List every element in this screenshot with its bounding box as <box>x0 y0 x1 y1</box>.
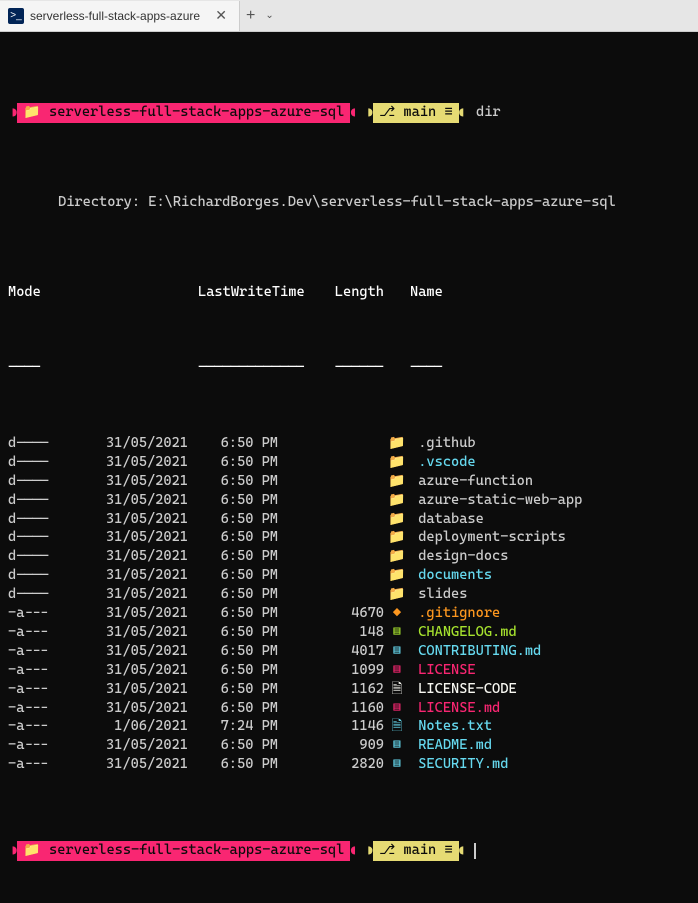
table-row: d----31/05/2021 6:50 PM📁 design-docs <box>8 547 690 566</box>
prompt2-branch: main <box>403 841 436 860</box>
close-tab-button[interactable]: ✕ <box>211 7 231 24</box>
tab-title: serverless-full-stack-apps-azure <box>30 9 200 23</box>
powershell-icon: >_ <box>8 8 24 24</box>
table-row: -a---31/05/2021 6:50 PM2820▤ SECURITY.md <box>8 755 690 774</box>
file-icon: ▤ <box>384 623 410 642</box>
table-row: -a---31/05/2021 6:50 PM909▤ README.md <box>8 736 690 755</box>
table-row: d----31/05/2021 6:50 PM📁 .github <box>8 434 690 453</box>
file-icon: ▤ <box>384 699 410 718</box>
table-row: -a---31/05/2021 6:50 PM1160▤ LICENSE.md <box>8 699 690 718</box>
table-row: -a---31/05/2021 6:50 PM1099▤ LICENSE <box>8 661 690 680</box>
file-icon: 📁 <box>384 453 410 472</box>
branch2-arrow-right: ◖ <box>459 841 468 861</box>
terminal-tab[interactable]: >_ serverless-full-stack-apps-azure ✕ <box>0 1 240 31</box>
branch2-segment: ⎇ main ≡ <box>373 841 459 861</box>
file-icon: 🗎 <box>384 717 410 736</box>
branch-arrow-left: ◗ <box>364 103 373 123</box>
table-row: -a---31/05/2021 6:50 PM1162🗎 LICENSE-COD… <box>8 680 690 699</box>
command-text: dir <box>476 103 501 122</box>
listing-dashes: --------------------------- <box>8 358 690 377</box>
file-name: CHANGELOG.md <box>410 623 517 642</box>
table-row: d----31/05/2021 6:50 PM📁 documents <box>8 566 690 585</box>
file-icon: 📁 <box>384 434 410 453</box>
header-lastwritetime: LastWriteTime <box>188 283 278 302</box>
header-name: Name <box>410 283 443 302</box>
file-name: CONTRIBUTING.md <box>410 642 541 661</box>
file-icon: 📁 <box>384 491 410 510</box>
prompt2-path: serverless-full-stack-apps-azure-sql <box>49 841 344 860</box>
table-row: -a---1/06/2021 7:24 PM1146🗎 Notes.txt <box>8 717 690 736</box>
file-name: deployment-scripts <box>410 528 566 547</box>
file-name: azure-static-web-app <box>410 491 582 510</box>
file-icon: ▤ <box>384 661 410 680</box>
prompt-path-segment: 📁 serverless-full-stack-apps-azure-sql <box>17 103 350 123</box>
file-icon: 🗎 <box>384 680 410 699</box>
file-name: LICENSE.md <box>410 699 500 718</box>
file-icon: 📁 <box>384 528 410 547</box>
branch-arrow-right: ◖ <box>459 103 468 123</box>
prompt-path: serverless-full-stack-apps-azure-sql <box>49 103 344 122</box>
file-name: design-docs <box>410 547 508 566</box>
file-name: azure-function <box>410 472 533 491</box>
file-name: .github <box>410 434 476 453</box>
titlebar: >_ serverless-full-stack-apps-azure ✕ + … <box>0 0 698 32</box>
file-name: Notes.txt <box>410 717 492 736</box>
prompt2-path-segment: 📁 serverless-full-stack-apps-azure-sql <box>17 841 350 861</box>
table-row: -a---31/05/2021 6:50 PM148▤ CHANGELOG.md <box>8 623 690 642</box>
terminal-body[interactable]: ◗ 📁 serverless-full-stack-apps-azure-sql… <box>0 32 698 903</box>
file-icon: 📁 <box>384 510 410 529</box>
file-name: database <box>410 510 484 529</box>
table-row: d----31/05/2021 6:50 PM📁 azure-static-we… <box>8 491 690 510</box>
branch-segment: ⎇ main ≡ <box>373 103 459 123</box>
listing-header: Mode LastWriteTimeLength Name <box>8 283 690 302</box>
file-icon: ▤ <box>384 642 410 661</box>
file-name: slides <box>410 585 467 604</box>
file-name: documents <box>410 566 492 585</box>
table-row: d----31/05/2021 6:50 PM📁 database <box>8 510 690 529</box>
prompt2-arrow-right: ◖ <box>350 841 359 861</box>
file-icon: 📁 <box>384 566 410 585</box>
new-tab-button[interactable]: + <box>246 7 255 25</box>
prompt-arrow-left: ◗ <box>8 103 17 123</box>
branch2-arrow-left: ◗ <box>364 841 373 861</box>
directory-line: Directory: E:\RichardBorges.Dev\serverle… <box>8 183 690 218</box>
listing-rows: d----31/05/2021 6:50 PM📁 .githubd----31/… <box>8 434 690 774</box>
file-icon: 📁 <box>384 547 410 566</box>
table-row: d----31/05/2021 6:50 PM📁 slides <box>8 585 690 604</box>
table-row: d----31/05/2021 6:50 PM📁 .vscode <box>8 453 690 472</box>
file-name: SECURITY.md <box>410 755 508 774</box>
table-row: d----31/05/2021 6:50 PM📁 deployment-scri… <box>8 528 690 547</box>
file-name: LICENSE-CODE <box>410 680 517 699</box>
file-icon: ▤ <box>384 755 410 774</box>
prompt-line-1: ◗ 📁 serverless-full-stack-apps-azure-sql… <box>8 103 690 123</box>
file-name: LICENSE <box>410 661 476 680</box>
table-row: -a---31/05/2021 6:50 PM4017▤ CONTRIBUTIN… <box>8 642 690 661</box>
prompt-branch: main <box>403 103 436 122</box>
prompt-line-2: ◗ 📁 serverless-full-stack-apps-azure-sql… <box>8 841 690 861</box>
file-icon: 📁 <box>384 472 410 491</box>
file-name: .vscode <box>410 453 476 472</box>
tab-controls: + ⌄ <box>240 7 280 25</box>
table-row: d----31/05/2021 6:50 PM📁 azure-function <box>8 472 690 491</box>
prompt-arrow-right: ◖ <box>350 103 359 123</box>
file-name: README.md <box>410 736 492 755</box>
prompt2-arrow-left: ◗ <box>8 841 17 861</box>
table-row: -a---31/05/2021 6:50 PM4670◆ .gitignore <box>8 604 690 623</box>
file-icon: 📁 <box>384 585 410 604</box>
file-name: .gitignore <box>410 604 500 623</box>
tab-dropdown-button[interactable]: ⌄ <box>265 10 273 21</box>
header-length: Length <box>278 283 384 302</box>
cursor[interactable] <box>474 843 476 859</box>
file-icon: ◆ <box>384 604 410 623</box>
file-icon: ▤ <box>384 736 410 755</box>
header-mode: Mode <box>8 283 88 302</box>
